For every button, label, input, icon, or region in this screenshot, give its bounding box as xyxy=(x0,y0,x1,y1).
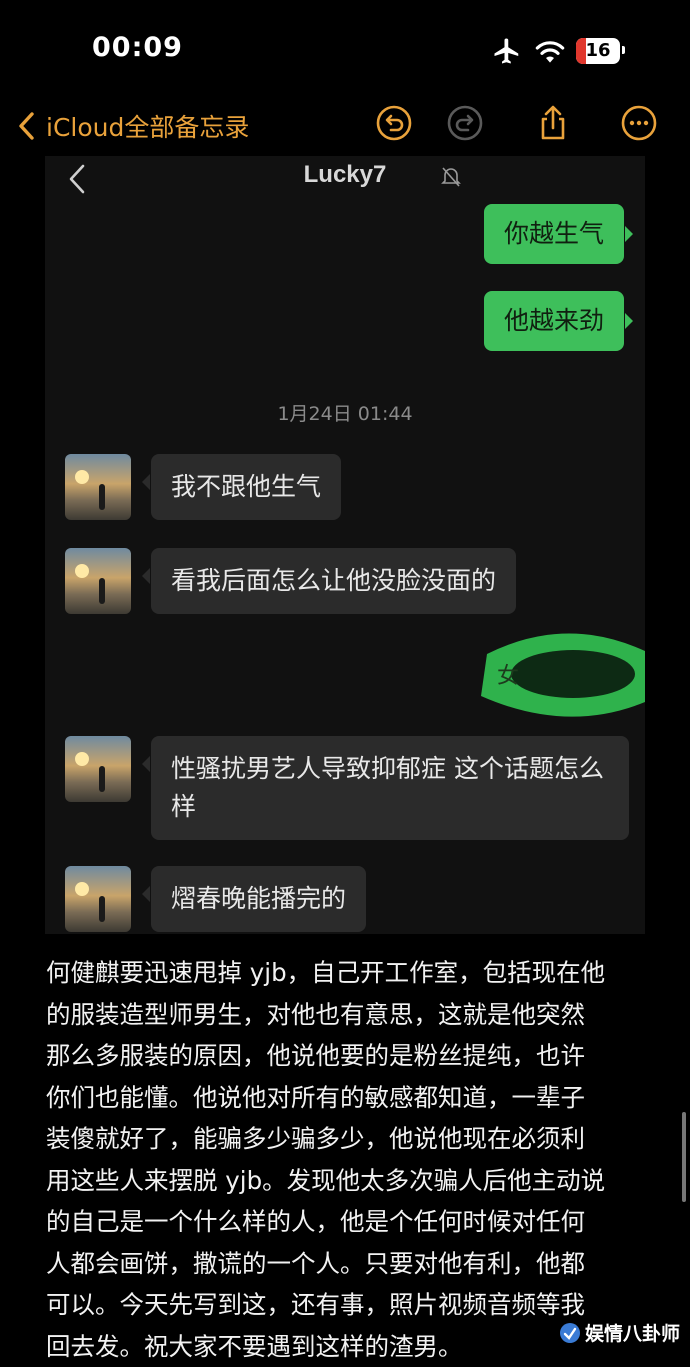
note-line: 回去发。祝大家不要遇到这样的渣男。 xyxy=(46,1326,646,1367)
back-button[interactable]: iCloud全部备忘录 xyxy=(18,106,249,146)
back-label: iCloud全部备忘录 xyxy=(46,108,249,144)
chat-screenshot: Lucky7 你越生气 他越来劲 1月24日 01:44 我不跟他生气 看我后面… xyxy=(45,156,645,934)
note-line: 人都会画饼，撒谎的一个人。只要对他有利，他都 xyxy=(46,1243,646,1285)
note-line: 用这些人来摆脱 yjb。发现他太多次骗人后他主动说 xyxy=(46,1160,646,1202)
watermark-text: 娱情八卦师 xyxy=(585,1319,680,1346)
note-body[interactable]: 何健麒要迅速甩掉 yjb，自己开工作室，包括现在他 的服装造型师男生，对他也有意… xyxy=(46,952,646,1367)
battery-percent: 16 xyxy=(585,40,610,61)
mute-icon xyxy=(441,166,461,188)
battery-cap xyxy=(622,46,625,54)
note-line: 可以。今天先写到这，还有事，照片视频音频等我 xyxy=(46,1284,646,1326)
avatar xyxy=(65,736,131,802)
note-line: 你们也能懂。他说他对所有的敏感都知道，一辈子 xyxy=(46,1077,646,1119)
message-bubble-in: 看我后面怎么让他没脸没面的 xyxy=(151,548,516,614)
status-bar: 00:09 16 xyxy=(0,0,690,100)
watermark: 娱情八卦师 xyxy=(559,1319,680,1346)
watermark-logo-icon xyxy=(559,1322,581,1344)
note-line: 的服装造型师男生，对他也有意思，这就是他突然 xyxy=(46,994,646,1036)
note-line: 的自己是一个什么样的人，他是个任何时候对任何 xyxy=(46,1201,646,1243)
undo-icon[interactable] xyxy=(375,104,413,142)
airplane-icon xyxy=(492,36,522,66)
message-bubble-in: 性骚扰男艺人导致抑郁症 这个话题怎么样 xyxy=(151,736,629,840)
more-icon[interactable] xyxy=(620,104,658,142)
status-time: 00:09 xyxy=(92,32,183,63)
share-icon[interactable] xyxy=(534,104,572,142)
scrollbar[interactable] xyxy=(682,1112,686,1202)
wifi-icon xyxy=(534,38,566,66)
note-line: 那么多服装的原因，他说他要的是粉丝提纯，也许 xyxy=(46,1035,646,1077)
message-bubble-in: 我不跟他生气 xyxy=(151,454,341,520)
redo-icon[interactable] xyxy=(446,104,484,142)
message-bubble-in: 熠春晚能播完的 xyxy=(151,866,366,932)
chevron-left-icon xyxy=(18,111,36,141)
chat-timestamp: 1月24日 01:44 xyxy=(45,399,645,426)
message-bubble-out: 你越生气 xyxy=(484,204,624,264)
avatar xyxy=(65,454,131,520)
avatar xyxy=(65,866,131,932)
battery-icon: 16 xyxy=(576,38,620,64)
note-line: 装傻就好了，能骗多少骗多少，他说他现在必须利 xyxy=(46,1118,646,1160)
avatar xyxy=(65,548,131,614)
message-bubble-out: 女 xyxy=(497,658,519,690)
note-line: 何健麒要迅速甩掉 yjb，自己开工作室，包括现在他 xyxy=(46,952,646,994)
notes-toolbar: iCloud全部备忘录 xyxy=(0,100,690,155)
message-bubble-out: 他越来劲 xyxy=(484,291,624,351)
chat-title: Lucky7 xyxy=(45,161,645,189)
status-icons: 16 xyxy=(492,36,632,68)
